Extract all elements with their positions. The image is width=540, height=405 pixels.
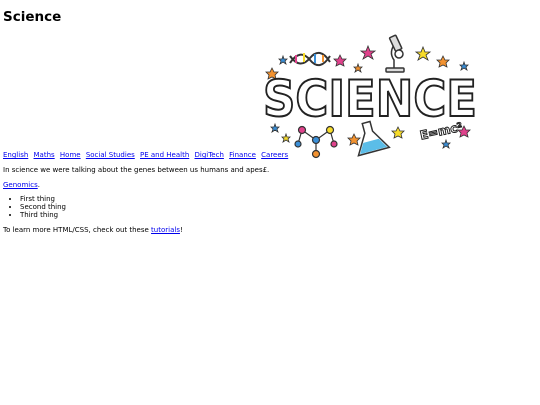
outro-text: To learn more HTML/CSS, check out these: [3, 226, 152, 234]
genomics-suffix: .: [37, 181, 40, 189]
genomics-paragraph: Genomics.: [3, 181, 40, 189]
nav-link-finance[interactable]: Finance: [229, 151, 256, 159]
thing-list: First thing Second thing Third thing: [3, 195, 66, 219]
list-item: First thing: [20, 195, 66, 203]
nav-link-pe-and-health[interactable]: PE and Health: [140, 151, 189, 159]
science-banner-image: SCIENCE E=mc²: [262, 34, 478, 159]
page-title: Science: [3, 9, 62, 25]
nav-link-digitech[interactable]: DigiTech: [195, 151, 224, 159]
genomics-link[interactable]: Genomics: [3, 181, 38, 189]
nav-link-maths[interactable]: Maths: [34, 151, 55, 159]
nav-link-home[interactable]: Home: [60, 151, 81, 159]
science-word-art: SCIENCE: [263, 70, 477, 128]
nav-link-social-studies[interactable]: Social Studies: [86, 151, 135, 159]
subject-nav: English Maths Home Social Studies PE and…: [3, 151, 291, 159]
nav-link-english[interactable]: English: [3, 151, 28, 159]
nav-link-careers[interactable]: Careers: [261, 151, 288, 159]
list-item: Second thing: [20, 203, 66, 211]
dna-icon: [289, 51, 331, 67]
intro-paragraph: In science we were talking about the gen…: [3, 166, 270, 174]
molecule-icon: [294, 125, 338, 159]
tutorials-link[interactable]: tutorials: [151, 226, 180, 234]
outro-paragraph: To learn more HTML/CSS, check out these …: [3, 226, 183, 234]
microscope-icon: [385, 34, 405, 73]
list-item: Third thing: [20, 211, 66, 219]
outro-suffix: !: [179, 226, 183, 234]
